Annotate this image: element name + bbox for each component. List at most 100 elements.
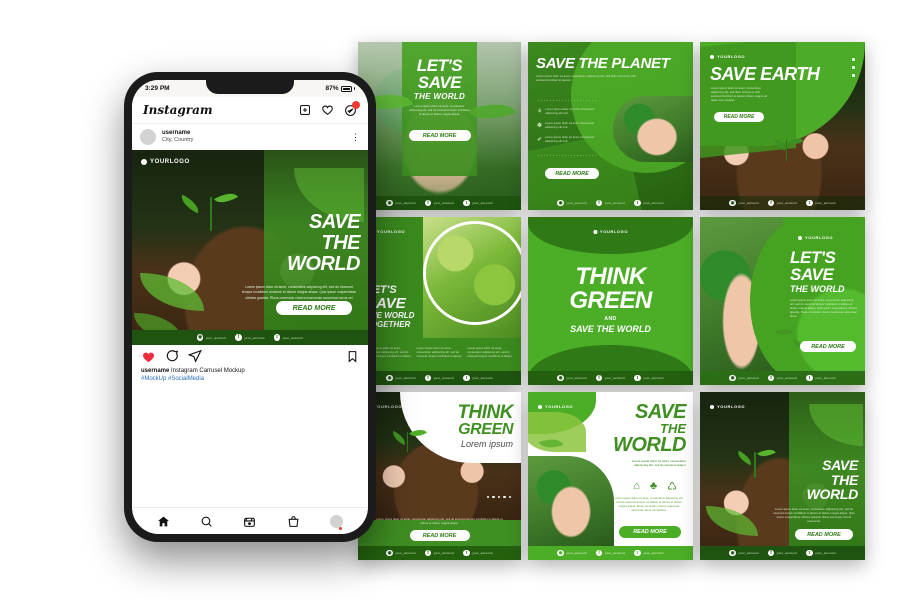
battery-icon	[340, 85, 352, 92]
social-handle: your_account	[472, 551, 493, 555]
card-body: Lorem ipsum dolor sit amet, consectetur …	[711, 87, 768, 103]
caption-username[interactable]: username	[141, 368, 169, 374]
read-more-button[interactable]: READ MORE	[545, 168, 599, 179]
post-username[interactable]: username	[162, 130, 193, 138]
feature-item: ✔ Lorem ipsum dolor sit amet consectetur…	[537, 136, 603, 144]
social-item[interactable]: t your_account	[463, 374, 492, 382]
card-title-line-1: SAVE	[822, 457, 858, 473]
heart-filled-icon[interactable]	[141, 349, 156, 364]
home-icon[interactable]	[157, 515, 170, 528]
social-item[interactable]: f your_account	[424, 374, 454, 382]
social-item[interactable]: t your_account	[634, 374, 664, 382]
social-item[interactable]: f your_account	[767, 374, 798, 382]
post-read-more-button[interactable]: READ MORE	[276, 301, 352, 315]
social-item[interactable]: ◉ your_account	[557, 199, 587, 207]
social-card-save-the-world-soil[interactable]: YOURLOGO SAVE THE WORLD Lorem ipsum dolo…	[700, 392, 865, 560]
read-more-button[interactable]: READ MORE	[409, 530, 470, 541]
post-title-line-1: SAVE	[309, 211, 360, 233]
eco-house-icon: ⌂	[633, 480, 640, 492]
social-item[interactable]: ◉ your_account	[386, 374, 416, 382]
comment-icon[interactable]	[165, 349, 179, 363]
social-item[interactable]: t your_account	[463, 549, 493, 557]
card-subtitle: THE WORLD	[413, 92, 466, 102]
social-item[interactable]: t your_account	[634, 199, 663, 207]
logo-text: YOURLOGO	[374, 404, 403, 409]
share-icon[interactable]	[188, 349, 202, 363]
card-icon-row: ⌂ ♣ ♺	[633, 480, 677, 493]
social-card-lets-save-hands[interactable]: YOURLOGO LET'S SAVE THE WORLD Lorem ipsu…	[700, 217, 865, 385]
logo-text: YOURLOGO	[150, 159, 190, 165]
social-card-save-the-world-white[interactable]: YOURLOGO SAVE THE WORLD Lorem ipsum dolo…	[528, 392, 693, 560]
social-handle: your_account	[566, 376, 587, 380]
carousel-dots	[486, 495, 511, 498]
read-more-button[interactable]: READ MORE	[619, 526, 681, 538]
reels-icon[interactable]	[243, 515, 256, 528]
card-body: Lorem ipsum dolor sit amet, consectetur …	[409, 105, 470, 117]
phone-screen: 3:29 PM 87% Instagram 1 username City, C…	[132, 80, 368, 534]
social-item[interactable]: t your_account	[273, 334, 303, 341]
social-item[interactable]: ◉ your_account	[386, 199, 416, 207]
social-card-think-green[interactable]: YOURLOGO THINK GREEN AND SAVE THE WORLD …	[528, 217, 693, 385]
twitter-icon: t	[806, 549, 813, 557]
social-item[interactable]: t your_account	[463, 199, 492, 207]
social-item[interactable]: f your_account	[235, 334, 264, 341]
social-handle: your_account	[643, 376, 664, 380]
heart-icon[interactable]	[321, 104, 334, 117]
card-photo	[613, 96, 693, 162]
card-photo	[528, 456, 614, 546]
profile-avatar[interactable]	[329, 514, 343, 528]
social-handle: your_account	[395, 201, 416, 205]
plus-square-icon[interactable]	[299, 104, 311, 116]
social-item[interactable]: ◉ your_account	[557, 374, 587, 382]
read-more-button[interactable]: READ MORE	[800, 341, 856, 352]
social-card-think-green-lorem[interactable]: YOURLOGO THINK GREEN Lorem ipsum Lorem i…	[358, 392, 521, 560]
social-handles-row: ◉ your_account f your_account t your_accoun…	[528, 546, 693, 560]
social-item[interactable]: t your_account	[806, 549, 835, 557]
avatar[interactable]	[140, 129, 156, 145]
post-social-handles-row: ◉ your_account f your_account t your_accoun…	[132, 330, 368, 345]
social-item[interactable]: t your_account	[806, 199, 835, 207]
social-item[interactable]: ◉ your_account	[729, 374, 759, 382]
instagram-icon: ◉	[196, 334, 204, 341]
card-title-line-1: THINK	[457, 402, 513, 423]
card-logo: YOURLOGO	[710, 404, 745, 409]
social-item[interactable]: f your_account	[424, 199, 454, 207]
social-card-lets-save-the-world-together[interactable]: YOURLOGO LET'S SAVE THE WORLD TOGETHER L…	[358, 217, 521, 385]
search-icon[interactable]	[200, 515, 213, 528]
social-item[interactable]: ◉ your_account	[557, 549, 587, 557]
instagram-icon: ◉	[729, 374, 736, 382]
social-handle: your_account	[776, 376, 798, 380]
social-item[interactable]: ◉ your_account	[196, 334, 226, 341]
social-item[interactable]: ◉ your_account	[729, 549, 759, 557]
social-item[interactable]: f your_account	[767, 549, 797, 557]
social-item[interactable]: f your_account	[424, 549, 454, 557]
social-item[interactable]: ◉ your_account	[729, 199, 759, 207]
post-image[interactable]: YOURLOGO SAVE THE WORLD Lorem ipsum dolo…	[132, 150, 368, 345]
read-more-button[interactable]: READ MORE	[795, 529, 853, 540]
social-item[interactable]: t your_account	[634, 549, 663, 557]
bookmark-icon[interactable]	[346, 350, 359, 363]
read-more-button[interactable]: READ MORE	[408, 130, 471, 141]
social-item[interactable]: f your_account	[595, 374, 625, 382]
read-more-button[interactable]: READ MORE	[714, 112, 764, 122]
caption-hashtags[interactable]: #MockUp #SocialMedia	[141, 375, 359, 383]
card-subtitle: Lorem ipsum	[460, 439, 513, 449]
twitter-icon: t	[463, 549, 470, 557]
social-card-save-earth[interactable]: YOURLOGO SAVE EARTH Lorem ipsum dolor si…	[700, 42, 865, 210]
social-item[interactable]: t your_account	[806, 374, 835, 382]
read-more-label: READ MORE	[292, 304, 336, 312]
shop-icon[interactable]	[287, 515, 300, 528]
instagram-icon: ◉	[557, 199, 564, 207]
post-location[interactable]: City, Country	[162, 137, 193, 144]
social-item[interactable]: f your_account	[595, 549, 625, 557]
facebook-icon: f	[767, 374, 775, 382]
social-card-save-the-planet[interactable]: SAVE THE PLANET Lorem ipsum dolor sit am…	[528, 42, 693, 210]
social-card-lets-save-the-world[interactable]: LET'S SAVE THE WORLD Lorem ipsum dolor s…	[358, 42, 521, 210]
post-menu-icon[interactable]: ⋮	[351, 133, 360, 141]
social-item[interactable]: f your_account	[767, 199, 797, 207]
post-header: username City, Country ⋮	[132, 124, 368, 150]
feature-item: ✽ Lorem ipsum dolor sit amet consectetur…	[537, 122, 603, 130]
social-item[interactable]: f your_account	[595, 199, 625, 207]
card-logo: YOURLOGO	[798, 235, 833, 240]
social-item[interactable]: ◉ your_account	[386, 549, 416, 557]
